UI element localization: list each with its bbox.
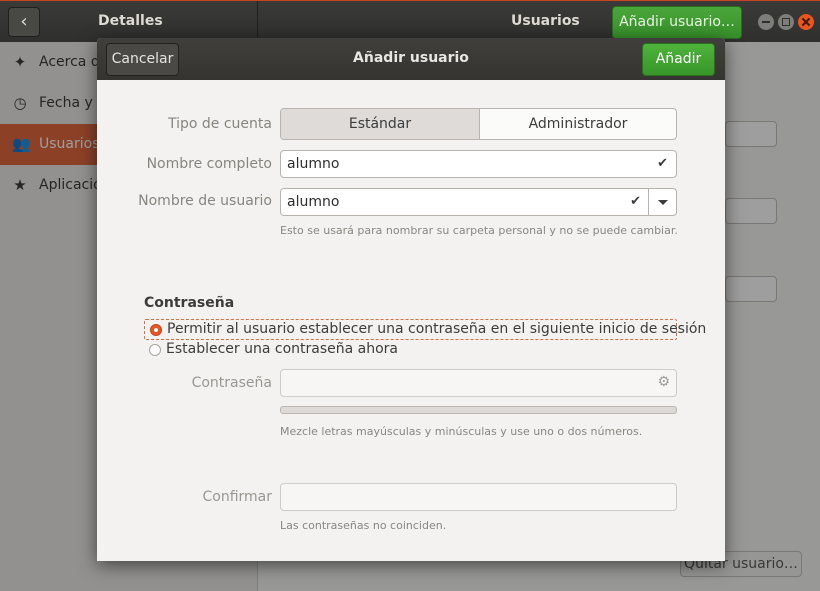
password-label: Contraseña bbox=[191, 375, 272, 391]
confirm-password-field[interactable] bbox=[280, 483, 677, 511]
radio-password-now[interactable]: Establecer una contraseña ahora bbox=[144, 340, 677, 361]
username-value: alumno bbox=[287, 194, 340, 210]
gear-icon[interactable]: ⚙ bbox=[657, 374, 670, 390]
page-title: Usuarios bbox=[511, 13, 580, 29]
chevron-down-icon[interactable] bbox=[648, 189, 676, 215]
password-strength-bar bbox=[280, 406, 677, 414]
maximize-icon[interactable] bbox=[778, 14, 794, 30]
confirm-add-button[interactable]: Añadir bbox=[642, 43, 715, 76]
panel-title: Detalles bbox=[98, 13, 163, 29]
username-hint: Esto se usará para nombrar su carpeta pe… bbox=[280, 224, 678, 237]
full-name-field[interactable]: alumno ✔ bbox=[280, 150, 677, 178]
account-type-admin[interactable]: Administrador bbox=[480, 109, 676, 139]
confirm-label: Confirmar bbox=[202, 489, 272, 505]
password-section-title: Contraseña bbox=[144, 295, 235, 311]
back-button[interactable]: ‹ bbox=[8, 7, 40, 37]
account-type-switch: Estándar Administrador bbox=[280, 108, 677, 140]
checkmark-icon: ✔ bbox=[657, 156, 668, 171]
username-combo[interactable]: alumno ✔ bbox=[280, 188, 677, 216]
radio-unchecked-icon bbox=[149, 344, 161, 356]
radio-label: Establecer una contraseña ahora bbox=[166, 341, 399, 357]
account-type-label: Tipo de cuenta bbox=[168, 116, 272, 132]
close-icon[interactable] bbox=[798, 14, 814, 30]
dialog-header: Cancelar Añadir usuario Añadir bbox=[97, 38, 725, 80]
radio-password-next-login[interactable]: Permitir al usuario establecer una contr… bbox=[144, 319, 706, 340]
minimize-icon[interactable] bbox=[758, 14, 774, 30]
password-hint: Mezcle letras mayúsculas y minúsculas y … bbox=[280, 425, 643, 438]
add-user-button[interactable]: Añadir usuario… bbox=[612, 6, 742, 39]
titlebar-separator bbox=[257, 1, 258, 43]
dialog-title: Añadir usuario bbox=[353, 50, 469, 66]
username-label: Nombre de usuario bbox=[138, 193, 272, 209]
checkmark-icon: ✔ bbox=[630, 194, 641, 209]
password-field[interactable]: ⚙ bbox=[280, 369, 677, 397]
radio-checked-icon bbox=[150, 324, 162, 336]
full-name-label: Nombre completo bbox=[146, 156, 272, 172]
chevron-left-icon: ‹ bbox=[20, 11, 28, 32]
confirm-hint: Las contraseñas no coinciden. bbox=[280, 519, 447, 532]
full-name-value: alumno bbox=[287, 156, 340, 172]
settings-titlebar: ‹ Detalles Usuarios Añadir usuario… bbox=[0, 0, 820, 43]
add-user-dialog: Cancelar Añadir usuario Añadir Tipo de c… bbox=[97, 38, 725, 561]
account-type-standard[interactable]: Estándar bbox=[281, 109, 480, 139]
radio-label: Permitir al usuario establecer una contr… bbox=[167, 321, 707, 337]
